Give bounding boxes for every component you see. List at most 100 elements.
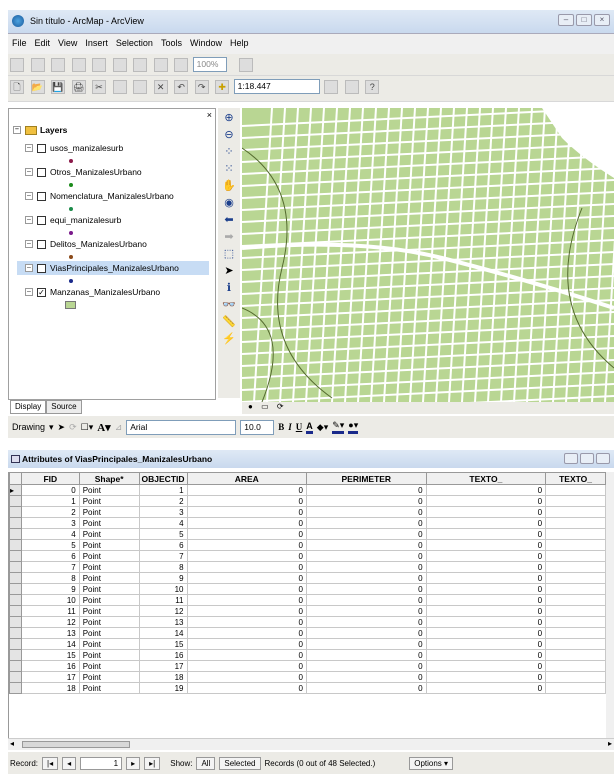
table-cell[interactable]: 0 <box>305 682 427 694</box>
table-cell[interactable]: 18 <box>138 671 188 683</box>
row-selector[interactable] <box>9 561 22 573</box>
table-cell[interactable]: 15 <box>138 638 188 650</box>
table-row[interactable]: 9 Point 10 0 0 0 <box>9 583 606 595</box>
new-icon[interactable]: 🗋 <box>10 80 24 94</box>
row-selector[interactable] <box>9 594 22 606</box>
table-cell[interactable]: 13 <box>20 627 80 639</box>
back-icon[interactable]: ⬅ <box>222 213 236 227</box>
row-selector[interactable] <box>9 660 22 672</box>
table-cell[interactable]: 0 <box>186 550 307 562</box>
table-cell[interactable]: 0 <box>186 517 307 529</box>
row-selector[interactable] <box>9 605 22 617</box>
row-selector[interactable] <box>9 671 22 683</box>
table-cell[interactable] <box>545 682 606 694</box>
table-cell[interactable]: 1 <box>20 495 80 507</box>
table-cell[interactable] <box>545 572 606 584</box>
redo-icon[interactable]: ↷ <box>194 80 209 94</box>
layer-visibility-checkbox[interactable] <box>37 167 46 177</box>
row-selector[interactable] <box>9 583 22 595</box>
row-selector[interactable] <box>9 517 22 529</box>
table-cell[interactable]: 0 <box>305 495 427 507</box>
row-selector[interactable] <box>9 572 22 584</box>
layer-item[interactable]: – Otros_ManizalesUrbano <box>25 165 142 179</box>
table-cell[interactable]: 2 <box>138 495 188 507</box>
select-elements-icon[interactable]: ➤ <box>222 264 236 278</box>
paste-icon[interactable] <box>133 80 148 94</box>
vertical-scrollbar[interactable] <box>606 472 614 738</box>
table-cell[interactable]: Point <box>78 528 140 540</box>
table-row[interactable]: 13 Point 14 0 0 0 <box>9 627 606 639</box>
bold-button[interactable]: B <box>278 422 284 432</box>
table-cell[interactable]: 0 <box>425 517 547 529</box>
collapse-icon[interactable]: – <box>25 240 33 248</box>
table-cell[interactable]: 0 <box>186 605 307 617</box>
row-selector[interactable] <box>9 539 22 551</box>
table-cell[interactable]: 0 <box>425 616 547 628</box>
italic-button[interactable]: I <box>288 422 292 432</box>
underline-button[interactable]: U <box>296 422 303 432</box>
table-cell[interactable]: 0 <box>425 583 547 595</box>
table-cell[interactable]: 0 <box>305 605 427 617</box>
table-row[interactable]: ▸ 0 Point 1 0 0 0 <box>9 484 606 496</box>
table-row[interactable]: 4 Point 5 0 0 0 <box>9 528 606 540</box>
table-cell[interactable]: 4 <box>138 517 188 529</box>
font-family-select[interactable]: Arial <box>126 419 237 435</box>
scroll-left-icon[interactable]: ◂ <box>10 739 14 748</box>
table-cell[interactable]: 0 <box>425 605 547 617</box>
table-row[interactable]: 16 Point 17 0 0 0 <box>9 660 606 672</box>
table-cell[interactable]: 0 <box>425 550 547 562</box>
menu-help[interactable]: Help <box>226 34 253 52</box>
table-cell[interactable]: Point <box>78 495 140 507</box>
zoom-in-icon[interactable]: ⊕ <box>222 111 236 125</box>
whats-this-icon[interactable]: ? <box>365 80 380 94</box>
table-cell[interactable]: 10 <box>138 583 188 595</box>
table-cell[interactable]: 0 <box>186 506 307 518</box>
table-cell[interactable]: 0 <box>186 539 307 551</box>
row-selector[interactable] <box>9 649 22 661</box>
table-cell[interactable]: 9 <box>20 583 80 595</box>
column-header[interactable]: TEXTO_ <box>425 472 547 485</box>
table-cell[interactable]: Point <box>78 539 140 551</box>
table-cell[interactable]: 0 <box>425 495 547 507</box>
zoom-100-icon[interactable] <box>92 58 107 72</box>
table-cell[interactable]: 15 <box>20 649 80 661</box>
table-row[interactable]: 12 Point 13 0 0 0 <box>9 616 606 628</box>
table-cell[interactable]: 0 <box>425 528 547 540</box>
layer-item[interactable]: – usos_manizalesurb <box>25 141 123 155</box>
table-cell[interactable]: 0 <box>425 638 547 650</box>
table-cell[interactable] <box>545 638 606 650</box>
table-cell[interactable]: 0 <box>425 671 547 683</box>
table-cell[interactable] <box>545 539 606 551</box>
data-view-icon[interactable]: ● <box>248 402 253 411</box>
table-row[interactable]: 1 Point 2 0 0 0 <box>9 495 606 507</box>
table-row[interactable]: 2 Point 3 0 0 0 <box>9 506 606 518</box>
attr-minimize-button[interactable] <box>564 453 578 464</box>
delete-icon[interactable]: ✕ <box>153 80 168 94</box>
fixed-zoom-out-map-icon[interactable]: ⁙ <box>222 162 236 176</box>
find-icon[interactable]: 👓 <box>222 298 236 312</box>
collapse-icon[interactable]: – <box>25 216 33 224</box>
table-cell[interactable]: 18 <box>20 682 80 694</box>
add-data-icon[interactable]: ✚ <box>215 80 230 94</box>
layer-visibility-checkbox[interactable]: ✓ <box>37 287 46 297</box>
hyperlink-icon[interactable]: ⚡ <box>222 332 236 346</box>
collapse-icon[interactable]: – <box>25 288 33 296</box>
layer-symbol-icon[interactable] <box>69 255 73 259</box>
back-extent-icon[interactable] <box>153 58 168 72</box>
table-cell[interactable]: 0 <box>305 550 427 562</box>
table-cell[interactable]: 16 <box>20 660 80 672</box>
scroll-thumb[interactable] <box>22 741 130 748</box>
marker-color-icon[interactable]: ●▾ <box>348 420 359 434</box>
edit-vertices-icon[interactable]: ⊿ <box>115 422 123 433</box>
table-cell[interactable]: 0 <box>186 627 307 639</box>
table-row[interactable]: 10 Point 11 0 0 0 <box>9 594 606 606</box>
layer-visibility-checkbox[interactable] <box>37 263 46 273</box>
table-cell[interactable]: 3 <box>138 506 188 518</box>
table-cell[interactable]: 17 <box>138 660 188 672</box>
rotate-icon[interactable]: ⟳ <box>69 422 77 433</box>
table-row[interactable]: 8 Point 9 0 0 0 <box>9 572 606 584</box>
layers-root[interactable]: – Layers <box>13 123 67 137</box>
editor-toolbar-icon[interactable] <box>324 80 339 94</box>
zoom-out-page-icon[interactable] <box>30 58 45 72</box>
collapse-icon[interactable]: – <box>25 192 33 200</box>
